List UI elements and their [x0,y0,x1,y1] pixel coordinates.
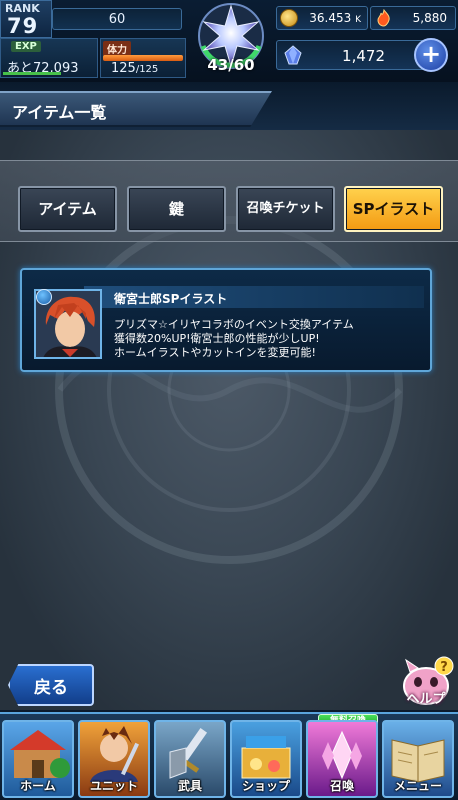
fire-points-value: 5,880 [412,11,447,25]
nav-equipment[interactable]: 武具 [154,720,226,798]
coin-icon [280,9,298,27]
rank-bar-value: 60 [108,12,126,27]
exp-box: EXP あと72,093 [0,38,98,78]
nav-menu[interactable]: メニュー [382,720,454,798]
back-button-label[interactable]: 戻る [34,673,68,698]
nav-home-label: ホーム [20,779,56,793]
item-name: 衛宮士郎SPイラスト [114,292,228,306]
item-description-line: 獲得数20%UP!衛宮士郎の性能が少しUP! [114,332,320,345]
nav-menu-label: メニュー [393,779,442,793]
item-description: プリズマ☆イリヤコラボのイベント交換アイテム 獲得数20%UP!衛宮士郎の性能が… [114,318,424,360]
nav-unit-label: ユニット [89,779,138,793]
stamina-box: 体力 125/125 [100,38,186,78]
stamina-value: 125/125 [111,61,158,76]
exp-bar-fill [3,72,61,75]
item-description-line: プリズマ☆イリヤコラボのイベント交換アイテム [114,318,354,331]
item-type-badge-icon [36,289,52,305]
tab-keys[interactable]: 鍵 [127,186,226,232]
tab-summon-tickets[interactable]: 召喚チケット [236,186,335,232]
nav-home[interactable]: ホーム [2,720,74,798]
coin-unit: K [355,15,361,25]
fire-icon [377,9,390,27]
stamina-current: 125 [111,61,136,76]
rank-box: RANK 79 [0,0,52,38]
coin-box: 36.453 K [276,6,368,30]
item-description-line: ホームイラストやカットインを変更可能! [114,346,316,359]
help-label[interactable]: ヘルプ [398,688,454,707]
help-badge: ? [440,660,448,675]
magic-stone-icon [284,45,302,65]
tab-items[interactable]: アイテム [18,186,117,232]
coin-value: 36.453 K [309,11,361,25]
fire-points-box: 5,880 [370,6,456,30]
rank-value: 79 [7,14,39,38]
exp-label: EXP [11,41,41,52]
nav-summon[interactable]: 召喚 [306,720,378,798]
nav-unit[interactable]: ユニット [78,720,150,798]
nav-shop-label: ショップ [241,779,290,793]
stamina-label: 体力 [103,41,131,56]
buy-stones-button[interactable]: + [414,38,448,72]
stamina-max: /125 [135,64,159,75]
rank-bar: 60 [52,8,182,30]
coin-amount: 36.453 [309,11,352,25]
nav-equipment-label: 武具 [177,779,202,793]
page-title: アイテム一覧 [12,103,107,122]
nav-summon-label: 召喚 [329,779,354,793]
tab-sp-illust[interactable]: SPイラスト [344,186,443,232]
nav-shop[interactable]: ショップ [230,720,302,798]
stone-box: 1,472 [276,40,426,70]
gem-count: 43/60 [207,56,255,74]
stone-value: 1,472 [342,47,385,65]
